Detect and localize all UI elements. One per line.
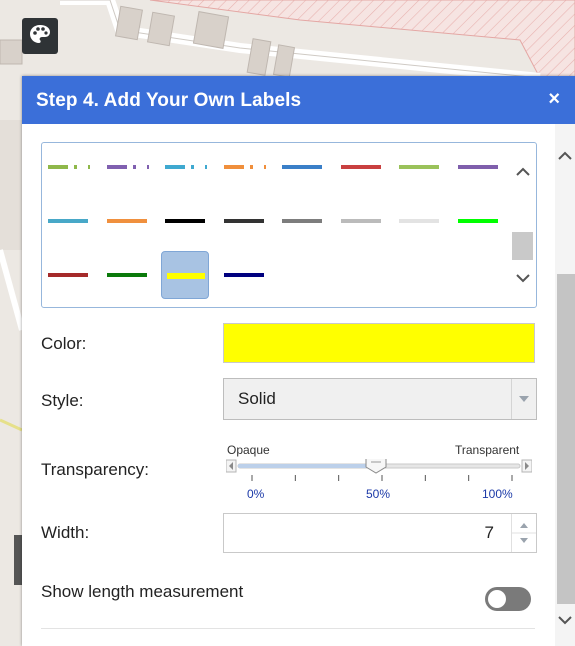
swatch-line (106, 165, 127, 169)
line-swatch[interactable] (220, 251, 268, 299)
swatch-line (106, 273, 147, 277)
swatch-line (191, 165, 194, 169)
line-swatch[interactable] (161, 251, 209, 299)
style-select[interactable]: Solid (223, 378, 537, 420)
line-swatch[interactable] (161, 197, 209, 245)
swatch-line (74, 165, 77, 169)
swatch-line (282, 219, 322, 223)
style-value: Solid (238, 389, 276, 408)
panel-scroll-thumb[interactable] (557, 274, 575, 604)
line-swatch[interactable] (395, 197, 443, 245)
swatch-line (88, 165, 90, 169)
swatch-scroll-thumb[interactable] (512, 232, 533, 260)
swatch-line (457, 165, 498, 169)
dialog-title: Step 4. Add Your Own Labels (36, 90, 302, 111)
line-swatch[interactable] (103, 197, 151, 245)
length-measurement-label: Show length measurement (41, 582, 244, 601)
line-swatch[interactable] (220, 143, 268, 191)
swatch-line (340, 165, 381, 169)
chevron-down-icon[interactable] (557, 612, 573, 628)
swatch-line (457, 219, 498, 223)
color-label: Color: (41, 334, 87, 353)
panel-scrollbar[interactable] (555, 124, 575, 646)
add-labels-dialog: Step 4. Add Your Own Labels × Color: Sty… (22, 76, 575, 646)
swatch-line (48, 219, 88, 223)
chevron-up-icon[interactable] (514, 163, 532, 181)
length-measurement-toggle[interactable] (485, 587, 531, 611)
tick-label-50: 50% (366, 487, 391, 501)
swatch-line (249, 165, 253, 169)
width-spinner[interactable] (511, 514, 536, 552)
swatch-line (399, 219, 439, 223)
style-label: Style: (41, 391, 84, 410)
swatch-line (223, 165, 244, 169)
line-swatch[interactable] (454, 143, 502, 191)
close-icon: × (548, 88, 560, 110)
close-button[interactable]: × (548, 89, 560, 109)
transparent-label: Transparent (455, 443, 520, 457)
slider-thumb[interactable] (365, 456, 387, 474)
dialog-header: Step 4. Add Your Own Labels × (22, 76, 575, 124)
line-swatch[interactable] (44, 251, 92, 299)
slider-tick-marks (251, 475, 513, 481)
toggle-knob (488, 590, 506, 608)
opaque-label: Opaque (227, 443, 270, 457)
swatch-line (399, 165, 439, 169)
width-input[interactable]: 7 (223, 513, 537, 553)
palette-button[interactable] (22, 18, 58, 54)
swatch-line (48, 273, 88, 277)
swatch-scrollbar[interactable] (512, 143, 534, 305)
line-swatch[interactable] (337, 143, 385, 191)
line-swatch[interactable] (220, 197, 268, 245)
line-swatch[interactable] (395, 143, 443, 191)
swatch-line (167, 273, 205, 279)
line-swatch[interactable] (103, 143, 151, 191)
line-swatch[interactable] (103, 251, 151, 299)
swatch-line (263, 165, 266, 169)
dropdown-arrow-icon[interactable] (511, 379, 536, 419)
line-symbol-picker (41, 142, 537, 308)
line-swatch[interactable] (278, 143, 326, 191)
swatch-line (132, 165, 136, 169)
chevron-down-icon[interactable] (514, 269, 532, 287)
transparency-label: Transparency: (41, 460, 150, 479)
line-swatch[interactable] (337, 197, 385, 245)
swatch-line (146, 165, 149, 169)
swatch-line (223, 219, 264, 223)
swatch-line (165, 219, 205, 223)
swatch-line (165, 165, 185, 169)
line-swatch[interactable] (44, 197, 92, 245)
swatch-line (48, 165, 68, 169)
line-swatch[interactable] (161, 143, 209, 191)
line-swatch[interactable] (454, 197, 502, 245)
swatch-line (223, 273, 264, 277)
line-swatch[interactable] (44, 143, 92, 191)
swatch-line (340, 219, 381, 223)
line-swatch[interactable] (278, 197, 326, 245)
color-field[interactable] (223, 323, 535, 363)
chevron-up-icon[interactable] (557, 148, 573, 164)
swatch-line (106, 219, 147, 223)
swatch-line (282, 165, 322, 169)
swatch-line (205, 165, 207, 169)
width-label: Width: (41, 523, 90, 542)
divider (41, 628, 535, 629)
palette-icon (29, 24, 51, 49)
width-value: 7 (484, 523, 494, 542)
tick-label-100: 100% (482, 487, 513, 501)
tick-label-0: 0% (247, 487, 265, 501)
